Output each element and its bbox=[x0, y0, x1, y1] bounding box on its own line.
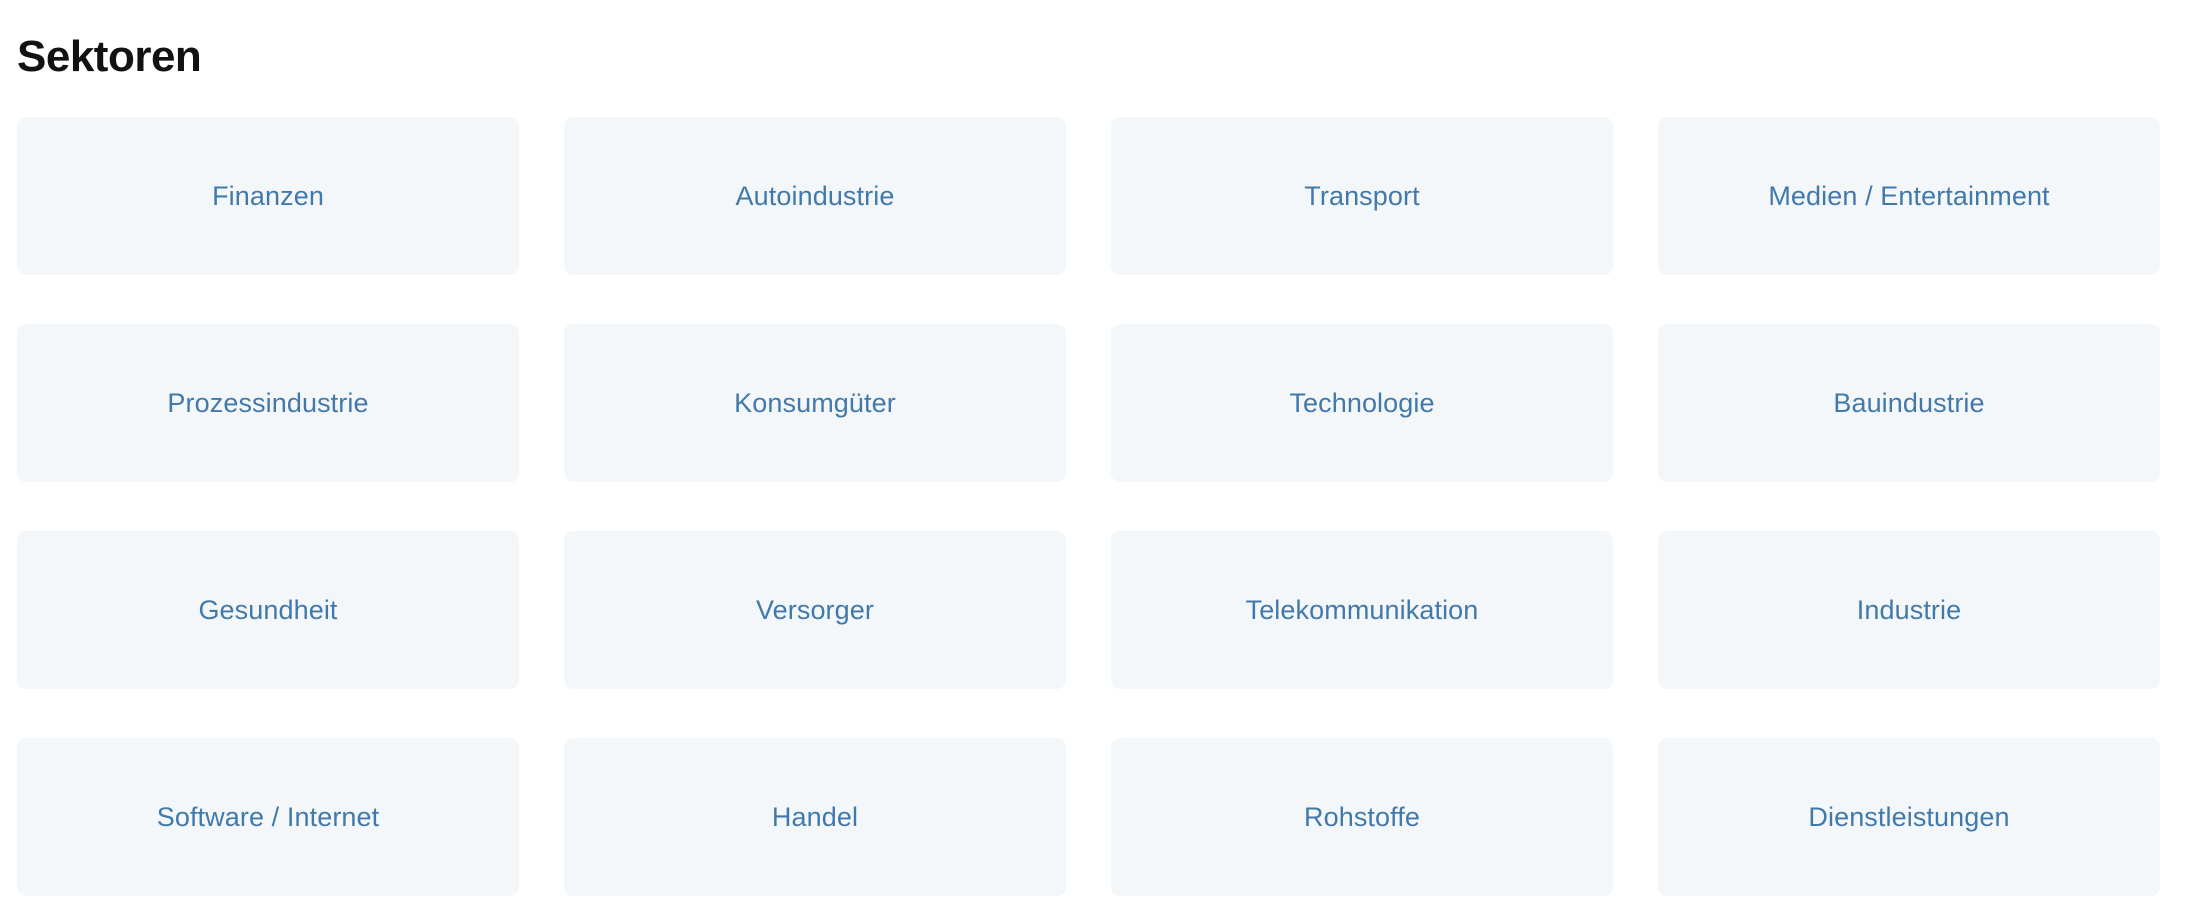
sector-card-label: Transport bbox=[1304, 180, 1420, 211]
sector-card-handel[interactable]: Handel bbox=[564, 738, 1066, 896]
sector-card-label: Dienstleistungen bbox=[1808, 801, 2010, 832]
sector-card-label: Autoindustrie bbox=[735, 180, 895, 211]
sector-card-grid: Finanzen Autoindustrie Transport Medien … bbox=[17, 117, 2160, 896]
sector-card-label: Medien / Entertainment bbox=[1768, 180, 2050, 211]
sector-card-rohstoffe[interactable]: Rohstoffe bbox=[1111, 738, 1613, 896]
sector-card-prozessindustrie[interactable]: Prozessindustrie bbox=[17, 324, 519, 482]
sector-card-konsumgueter[interactable]: Konsumgüter bbox=[564, 324, 1066, 482]
sector-card-label: Technologie bbox=[1289, 387, 1435, 418]
sector-card-transport[interactable]: Transport bbox=[1111, 117, 1613, 275]
sector-card-gesundheit[interactable]: Gesundheit bbox=[17, 531, 519, 689]
sector-card-software-internet[interactable]: Software / Internet bbox=[17, 738, 519, 896]
sector-card-label: Industrie bbox=[1856, 594, 1962, 625]
sector-card-label: Handel bbox=[771, 801, 859, 832]
sector-card-label: Prozessindustrie bbox=[167, 387, 369, 418]
sector-card-technologie[interactable]: Technologie bbox=[1111, 324, 1613, 482]
sectors-page: Sektoren Finanzen Autoindustrie Transpor… bbox=[0, 0, 2186, 914]
sector-card-industrie[interactable]: Industrie bbox=[1658, 531, 2160, 689]
sector-card-telekommunikation[interactable]: Telekommunikation bbox=[1111, 531, 1613, 689]
sector-card-label: Konsumgüter bbox=[734, 387, 896, 418]
sector-card-label: Telekommunikation bbox=[1245, 594, 1479, 625]
sector-card-versorger[interactable]: Versorger bbox=[564, 531, 1066, 689]
sector-card-finanzen[interactable]: Finanzen bbox=[17, 117, 519, 275]
sector-card-label: Bauindustrie bbox=[1833, 387, 1985, 418]
sector-card-label: Software / Internet bbox=[156, 801, 380, 832]
sector-card-label: Finanzen bbox=[212, 180, 324, 211]
sector-card-dienstleistungen[interactable]: Dienstleistungen bbox=[1658, 738, 2160, 896]
sector-card-bauindustrie[interactable]: Bauindustrie bbox=[1658, 324, 2160, 482]
page-title: Sektoren bbox=[17, 32, 202, 82]
sector-card-label: Rohstoffe bbox=[1304, 801, 1420, 832]
sector-card-autoindustrie[interactable]: Autoindustrie bbox=[564, 117, 1066, 275]
sector-card-medien-entertainment[interactable]: Medien / Entertainment bbox=[1658, 117, 2160, 275]
sector-card-label: Gesundheit bbox=[198, 594, 338, 625]
sector-card-label: Versorger bbox=[756, 594, 874, 625]
